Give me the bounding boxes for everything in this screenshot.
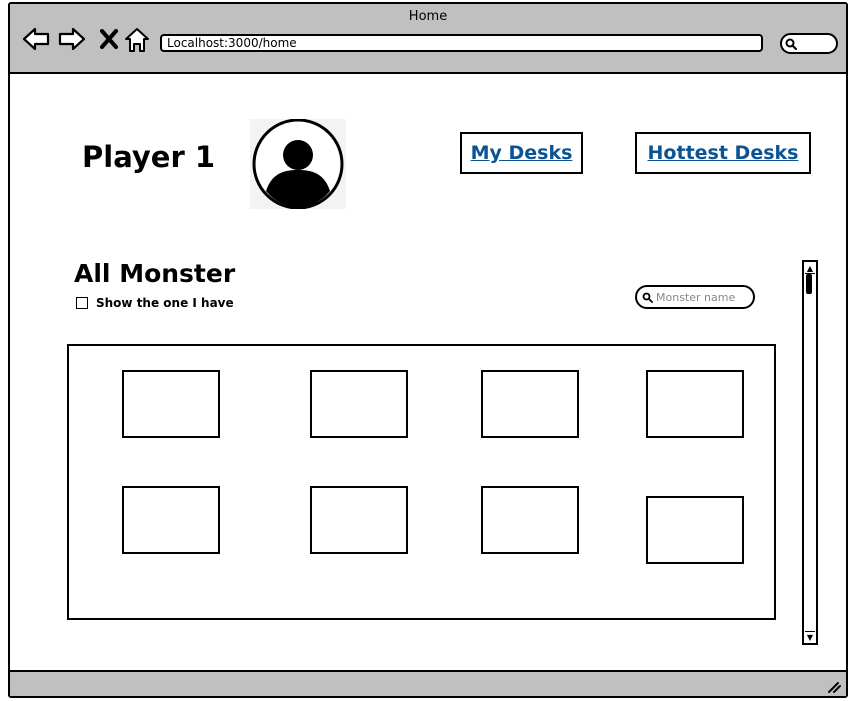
scroll-down-icon[interactable]: ▼ bbox=[805, 631, 815, 642]
scroll-thumb[interactable] bbox=[806, 274, 812, 294]
player-name: Player 1 bbox=[82, 140, 216, 174]
monster-card[interactable] bbox=[122, 486, 220, 554]
monster-card[interactable] bbox=[481, 370, 579, 438]
monster-card[interactable] bbox=[481, 486, 579, 554]
vertical-scrollbar[interactable]: ▲ ▼ bbox=[802, 260, 818, 645]
show-owned-filter[interactable]: Show the one I have bbox=[76, 296, 234, 310]
monster-search-input[interactable] bbox=[653, 290, 746, 304]
resize-grip-icon[interactable] bbox=[826, 678, 842, 694]
monster-card[interactable] bbox=[310, 370, 408, 438]
section-title: All Monster bbox=[74, 259, 236, 288]
home-icon[interactable] bbox=[123, 26, 151, 58]
monster-card[interactable] bbox=[646, 370, 744, 438]
show-owned-label: Show the one I have bbox=[96, 296, 234, 310]
monster-card[interactable] bbox=[646, 496, 744, 564]
scroll-up-icon[interactable]: ▲ bbox=[805, 263, 815, 274]
browser-titlebar: Home Localhost:3000/home bbox=[10, 4, 846, 74]
address-bar[interactable]: Localhost:3000/home bbox=[160, 34, 763, 52]
back-icon[interactable] bbox=[22, 26, 50, 56]
status-bar bbox=[10, 670, 846, 696]
show-owned-checkbox[interactable] bbox=[76, 297, 88, 309]
forward-icon[interactable] bbox=[58, 26, 86, 56]
browser-search-button[interactable] bbox=[780, 33, 838, 54]
monster-card[interactable] bbox=[122, 370, 220, 438]
search-icon bbox=[785, 38, 797, 50]
my-desks-link[interactable]: My Desks bbox=[460, 132, 583, 174]
monster-card[interactable] bbox=[310, 486, 408, 554]
monster-search-field[interactable] bbox=[635, 285, 755, 309]
monster-grid bbox=[67, 344, 776, 620]
browser-window: Home Localhost:3000/home Player 1 My Des… bbox=[8, 2, 848, 698]
window-title: Home bbox=[408, 9, 448, 24]
avatar bbox=[250, 118, 346, 213]
close-icon[interactable] bbox=[98, 26, 120, 56]
user-avatar-icon bbox=[250, 118, 346, 210]
search-icon bbox=[642, 292, 653, 303]
hottest-desks-link[interactable]: Hottest Desks bbox=[635, 132, 811, 174]
